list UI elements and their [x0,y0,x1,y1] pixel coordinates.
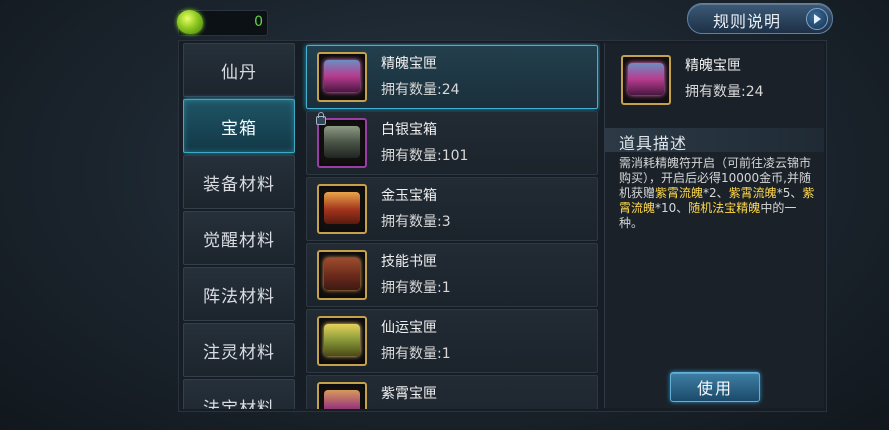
category-tab-spirit-materials[interactable]: 注灵材料 [183,323,295,377]
item-count: 拥有数量:1 [381,346,451,362]
list-item[interactable]: 白银宝箱 拥有数量:101 [306,111,598,175]
category-tab-artifact-materials[interactable]: 法宝材料 [183,379,295,409]
currency-display: 0 [177,10,268,36]
currency-value: 0 [254,14,263,30]
category-tab-baoxiang[interactable]: 宝箱 [183,99,295,153]
purple-chest-icon [317,382,367,409]
description-highlight: 紫霄流魄 [728,186,777,200]
category-tab-xiandan[interactable]: 仙丹 [183,43,295,97]
category-label: 宝箱 [221,118,257,139]
use-button-label: 使用 [696,379,733,398]
item-name: 技能书匣 [381,254,437,270]
item-count: 拥有数量:24 [381,82,460,98]
category-label: 装备材料 [203,174,275,195]
list-item[interactable]: 技能书匣 拥有数量:1 [306,243,598,307]
list-item[interactable]: 仙运宝匣 拥有数量:1 [306,309,598,373]
list-item[interactable]: 精魄宝匣 拥有数量:24 [306,45,598,109]
rules-button[interactable]: 规则说明 [687,3,833,34]
item-count: 拥有数量:1 [381,280,451,296]
item-name: 金玉宝箱 [381,188,437,204]
detail-item-name: 精魄宝匣 [685,58,741,74]
description-title: 道具描述 [619,134,688,153]
category-label: 仙丹 [221,62,257,83]
category-tab-awakening-materials[interactable]: 觉醒材料 [183,211,295,265]
item-count: 拥有数量:3 [381,214,451,230]
item-name: 紫霄宝匣 [381,386,437,402]
description-text: *10、 [655,201,689,215]
list-item[interactable]: 金玉宝箱 拥有数量:3 [306,177,598,241]
pink-treasure-chest-icon [317,52,367,102]
pink-treasure-chest-icon [621,55,671,105]
category-list[interactable]: 仙丹 宝箱 装备材料 觉醒材料 阵法材料 注灵材料 法宝材料 [183,43,295,409]
category-label: 觉醒材料 [203,230,275,251]
item-name: 白银宝箱 [381,122,437,138]
description-text: *5、 [776,186,803,200]
item-list[interactable]: 精魄宝匣 拥有数量:24 白银宝箱 拥有数量:101 金玉宝箱 拥有数量:3 技… [302,43,600,409]
item-count: 拥有数量:101 [381,148,469,164]
rules-button-label: 规则说明 [713,12,782,31]
fortune-chest-icon [317,316,367,366]
category-label: 注灵材料 [203,342,275,363]
category-label: 阵法材料 [203,286,275,307]
lock-icon [316,112,326,125]
description-text: *2、 [703,186,729,200]
play-arrow-icon [806,8,828,30]
category-tab-formation-materials[interactable]: 阵法材料 [183,267,295,321]
skill-book-box-icon [317,250,367,300]
silver-chest-icon [316,112,367,168]
description-header: 道具描述 [605,128,824,153]
category-tab-equipment-materials[interactable]: 装备材料 [183,155,295,209]
use-button[interactable]: 使用 [670,372,760,402]
detail-item-count: 拥有数量:24 [685,84,764,100]
green-gem-icon [177,10,203,34]
gold-chest-icon [317,184,367,234]
category-label: 法宝材料 [203,398,275,410]
description-highlight: 随机法宝精魄 [688,201,761,215]
item-description: 需消耗精魄符开启（可前往凌云锦市购买），开启后必得10000金币,并随机获赠紫霄… [619,156,815,231]
item-name: 仙运宝匣 [381,320,437,336]
list-item[interactable]: 紫霄宝匣 [306,375,598,409]
item-detail-pane: 精魄宝匣 拥有数量:24 道具描述 需消耗精魄符开启（可前往凌云锦市购买），开启… [604,43,824,408]
description-highlight: 紫霄流魄 [655,186,704,200]
item-name: 精魄宝匣 [381,56,437,72]
